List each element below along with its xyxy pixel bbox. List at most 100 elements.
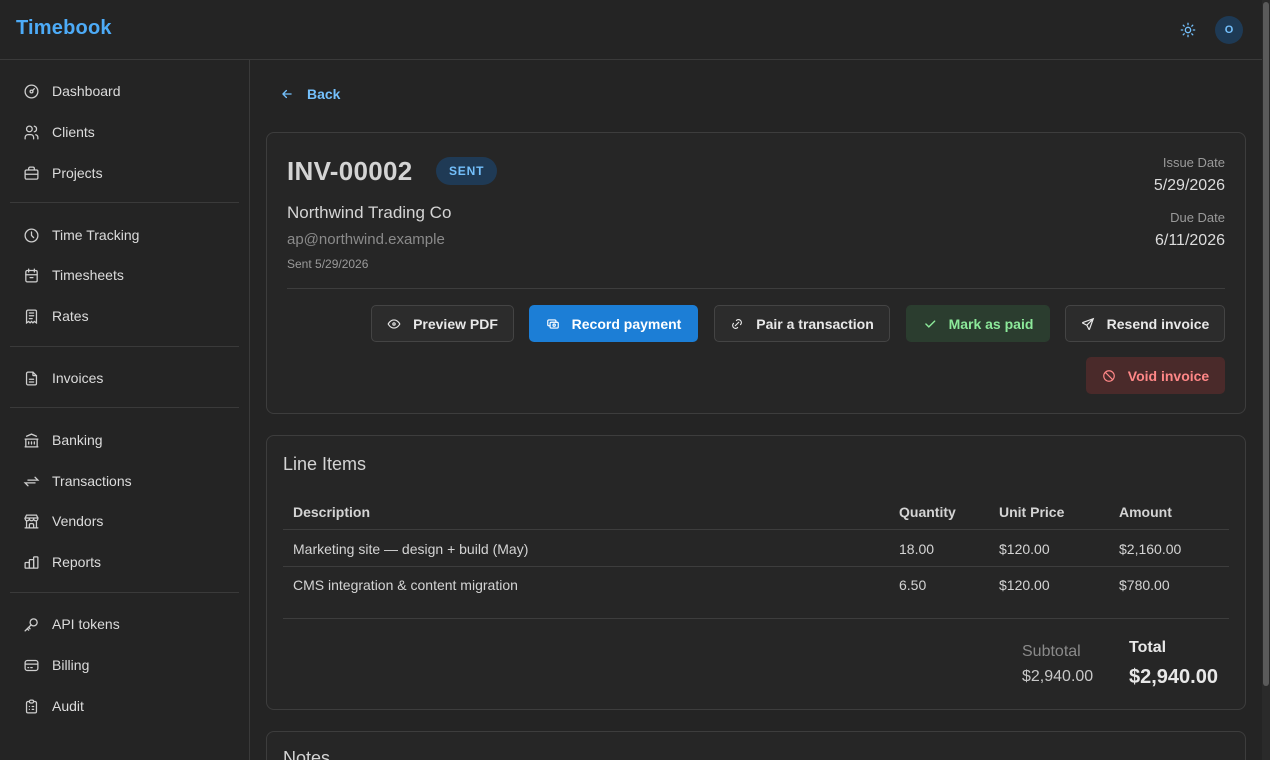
calendar-icon [25, 267, 38, 283]
back-link[interactable]: Back [280, 84, 340, 104]
sidebar-item-clients[interactable]: Clients [10, 114, 238, 150]
chart-bar-icon [24, 555, 39, 569]
sidebar-item-label: Rates [52, 308, 89, 324]
record-payment-button[interactable]: Record payment [529, 305, 698, 342]
sidebar-item-label: Billing [52, 657, 90, 673]
row-1-unit-price: $120.00 [999, 541, 1050, 557]
sidebar-item-time-tracking[interactable]: Time Tracking [10, 217, 238, 253]
brand-logo[interactable]: Timebook [16, 17, 112, 40]
user-avatar[interactable]: O [1215, 16, 1243, 44]
briefcase-icon [24, 165, 39, 180]
receipt-icon [25, 308, 38, 324]
credit-card-icon [24, 659, 39, 671]
sent-date: Sent 5/29/2026 [287, 257, 369, 271]
mark-as-paid-button[interactable]: Mark as paid [906, 305, 1050, 342]
preview-pdf-label: Preview PDF [413, 315, 498, 332]
sidebar-divider [10, 407, 239, 408]
total-label: Total [1129, 639, 1167, 656]
sidebar-item-api-tokens[interactable]: API tokens [10, 606, 238, 642]
link-icon [732, 318, 743, 329]
sidebar-item-label: Clients [52, 124, 95, 140]
sidebar-item-dashboard[interactable]: Dashboard [10, 73, 238, 109]
sidebar-item-audit[interactable]: Audit [10, 688, 238, 724]
sidebar-item-label: Invoices [52, 370, 104, 386]
sidebar-item-label: Audit [52, 698, 84, 714]
sidebar-item-transactions[interactable]: Transactions [10, 463, 238, 499]
line-items-card [266, 435, 1246, 710]
notes-card [266, 731, 1246, 760]
sidebar-item-label: Time Tracking [52, 227, 140, 243]
resend-invoice-label: Resend invoice [1106, 315, 1210, 332]
sidebar-item-label: Reports [52, 554, 102, 570]
sidebar-item-label: Transactions [52, 473, 132, 489]
sidebar-divider [10, 346, 239, 347]
line-items-title: Line Items [283, 454, 367, 474]
file-invoice-icon [25, 370, 38, 386]
sun-icon [1180, 22, 1196, 38]
sidebar-item-reports[interactable]: Reports [10, 544, 238, 580]
notes-title: Notes [283, 748, 331, 760]
column-header-quantity: Quantity [899, 504, 956, 520]
subtotal-label: Subtotal [1022, 643, 1081, 660]
sidebar-item-label: Banking [52, 432, 103, 448]
client-name: Northwind Trading Co [287, 203, 452, 222]
sidebar-item-vendors[interactable]: Vendors [10, 503, 238, 539]
clipboard-check-icon [25, 698, 38, 714]
void-invoice-button[interactable]: Void invoice [1086, 357, 1225, 394]
row-2-description: CMS integration & content migration [293, 577, 518, 593]
resend-invoice-button[interactable]: Resend invoice [1065, 305, 1225, 342]
column-header-description: Description [293, 504, 371, 520]
key-icon [24, 617, 38, 632]
eye-icon [387, 318, 401, 329]
sidebar-item-label: Dashboard [52, 83, 121, 99]
sidebar-item-invoices[interactable]: Invoices [10, 360, 238, 396]
check-icon [924, 319, 935, 328]
total-value: $2,940.00 [1129, 666, 1218, 688]
status-badge: SENT [436, 157, 498, 185]
ban-icon [1102, 369, 1115, 382]
record-payment-label: Record payment [571, 315, 682, 332]
sidebar-item-label: Projects [52, 165, 103, 181]
arrows-exchange-icon [23, 476, 40, 486]
issue-date-value: 5/29/2026 [1153, 177, 1225, 194]
sidebar-item-banking[interactable]: Banking [10, 422, 238, 458]
dashboard-gauge-icon [24, 83, 39, 99]
sidebar-item-label: Vendors [52, 513, 104, 529]
users-icon [24, 124, 39, 140]
scrollbar-thumb[interactable] [1263, 2, 1269, 686]
row-2-amount: $780.00 [1119, 577, 1170, 593]
sidebar-item-rates[interactable]: Rates [10, 298, 238, 334]
sidebar-item-projects[interactable]: Projects [10, 155, 238, 191]
row-1-amount: $2,160.00 [1119, 541, 1182, 557]
pair-transaction-button[interactable]: Pair a transaction [714, 305, 890, 342]
sidebar-item-label: Timesheets [52, 267, 124, 283]
due-date-value: 6/11/2026 [1155, 232, 1225, 249]
row-1-description: Marketing site — design + build (May) [293, 541, 529, 557]
building-store-icon [24, 513, 39, 529]
sidebar-item-timesheets[interactable]: Timesheets [10, 257, 238, 293]
row-2-unit-price: $120.00 [999, 577, 1050, 593]
row-1-quantity: 18.00 [899, 541, 935, 557]
clock-icon [24, 227, 39, 243]
theme-toggle-button[interactable] [1176, 18, 1200, 42]
top-bar: Timebook O [0, 0, 1262, 60]
void-invoice-label: Void invoice [1127, 367, 1210, 384]
table-row-divider [283, 566, 1229, 567]
mark-as-paid-label: Mark as paid [948, 315, 1034, 332]
sidebar-item-label: API tokens [52, 616, 120, 632]
due-date-label: Due Date [1170, 210, 1225, 225]
cash-icon [546, 318, 559, 329]
preview-pdf-button[interactable]: Preview PDF [371, 305, 514, 342]
client-email: ap@northwind.example [287, 231, 445, 248]
arrow-left-icon [282, 89, 292, 99]
sidebar-divider [10, 592, 239, 593]
column-header-unit-price: Unit Price [999, 504, 1065, 520]
table-header-divider [283, 529, 1229, 530]
sidebar-item-billing[interactable]: Billing [10, 647, 238, 683]
invoice-number: INV-00002 [287, 156, 413, 186]
divider [287, 288, 1225, 289]
bank-icon [24, 432, 39, 448]
sidebar-divider [10, 202, 239, 203]
subtotal-value: $2,940.00 [1022, 668, 1094, 685]
pair-transaction-label: Pair a transaction [756, 315, 874, 332]
